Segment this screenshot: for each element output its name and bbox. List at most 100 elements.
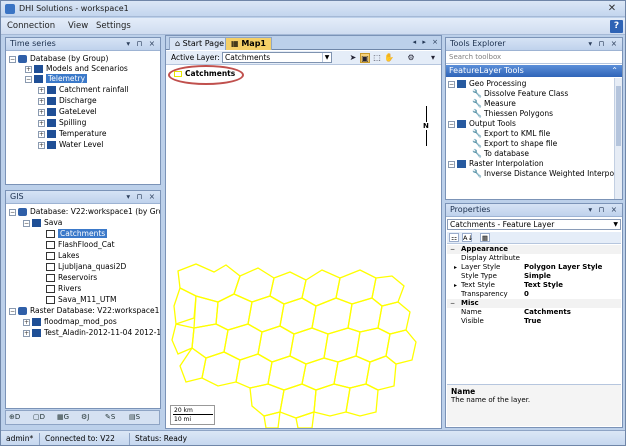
panel-controls[interactable]: ▾ ⊓ × [126,39,157,48]
collapse-icon[interactable]: − [448,80,455,88]
menu-settings[interactable]: Settings [96,21,131,31]
collapse-icon[interactable]: − [9,208,16,216]
tree-node-water-level[interactable]: + Water Level [38,140,103,150]
collapse-icon[interactable]: − [448,160,455,168]
collapse-icon[interactable]: − [9,55,16,63]
tool-export-shape[interactable]: 🔧 Export to shape file [472,139,557,149]
alphabetical-sort-icon[interactable]: A↓ [462,233,473,242]
pan-hand-icon[interactable]: ✋ [384,53,394,63]
feature-layer-tools-group[interactable]: FeatureLayer Tools ⌃ [446,65,622,77]
zoom-box-icon[interactable]: ⬚ [372,53,382,63]
tree-node-discharge[interactable]: + Discharge [38,96,97,106]
tree-node-gatelevel[interactable]: + GateLevel [38,107,97,117]
tool-to-database[interactable]: 🔧 To database [472,149,529,159]
tree-node-catchment-rainfall[interactable]: + Catchment rainfall [38,85,129,95]
property-row[interactable]: Transparency 0 [447,290,621,299]
toolbox-search-input[interactable]: Search toolbox [446,52,622,64]
tab-controls[interactable]: ◂ ▸ × [413,38,440,46]
chevron-down-icon[interactable]: ▼ [613,220,618,229]
expand-icon[interactable]: + [38,108,45,116]
expand-icon[interactable]: + [38,130,45,138]
collapse-icon[interactable]: − [450,245,455,254]
expand-icon[interactable]: + [38,86,45,94]
collapse-icon[interactable]: − [25,75,32,83]
close-icon[interactable]: ✕ [601,2,623,15]
tree-node-flashflood-cat[interactable]: FlashFlood_Cat [46,240,115,250]
tool-idw-interpolation[interactable]: 🔧Inverse Distance Weighted Interpolation [472,169,614,179]
expand-icon[interactable]: + [38,119,45,127]
overflow-icon[interactable]: ▾ [428,53,438,63]
active-layer-select[interactable]: Catchments ▼ [222,52,332,63]
explorer-tab-s2[interactable]: ▤S [129,413,140,421]
tool-measure[interactable]: 🔧 Measure [472,99,516,109]
tree-node-gis-database[interactable]: − Database: V22:workspace1 (by Group) [9,207,160,217]
scroll-thumb[interactable] [616,86,621,146]
explorer-tab-g[interactable]: ▦G [57,413,69,421]
identify-icon[interactable]: ▣ [360,53,370,63]
explorer-tab-j[interactable]: ⚙J [81,413,89,421]
expand-arrow-icon[interactable]: ▸ [454,263,457,272]
map-canvas[interactable]: Catchments N 20 km 10 mi [166,65,442,429]
property-category-appearance[interactable]: − Appearance [447,245,621,254]
property-row[interactable]: Style Type Simple [447,272,621,281]
expand-icon[interactable]: + [38,97,45,105]
property-object-select[interactable]: Catchments - Feature Layer ▼ [447,219,621,230]
panel-controls[interactable]: ▾ ⊓ × [126,192,157,201]
folder-icon [47,130,56,138]
tree-node-test-aladin[interactable]: +Test_Aladin-2012-11-04 2012-11-06 [23,328,160,338]
select-arrow-icon[interactable]: ➤ [348,53,358,63]
tree-node-models-scenarios[interactable]: + Models and Scenarios [25,64,128,74]
property-row[interactable]: Display Attribute [447,254,621,263]
tree-node-rivers[interactable]: Rivers [46,284,81,294]
property-row[interactable]: ▸ Text Style Text Style [447,281,621,290]
tools-scrollbar[interactable] [614,78,622,199]
property-row[interactable]: Visible True [447,317,621,326]
property-row[interactable]: ▸ Layer Style Polygon Layer Style [447,263,621,272]
explorer-tab-d2[interactable]: ▢D [33,413,45,421]
catchments-layer[interactable] [166,66,442,429]
collapse-icon[interactable]: − [448,120,455,128]
tree-node-database[interactable]: − Database (by Group) [9,54,108,64]
collapse-icon[interactable]: − [450,299,455,308]
expand-icon[interactable]: + [25,65,32,73]
collapse-icon[interactable]: − [9,307,16,315]
tree-node-raster-database[interactable]: −Raster Database: V22:workspace1 (by G [9,306,160,316]
tree-node-floodmap[interactable]: + floodmap_mod_pos [23,317,117,327]
expand-arrow-icon[interactable]: ▸ [454,281,457,290]
tools-menu-icon[interactable]: ⚙ [406,53,416,63]
categorized-view-icon[interactable]: ⚏ [449,233,459,242]
panel-controls[interactable]: ▾ ⊓ × [588,205,619,214]
tool-folder-geo-processing[interactable]: − Geo Processing [448,79,526,89]
tree-node-spilling[interactable]: + Spilling [38,118,86,128]
chevron-down-icon[interactable]: ▼ [322,53,331,62]
menu-connection[interactable]: Connection [7,21,55,31]
tool-folder-raster-interpolation[interactable]: − Raster Interpolation [448,159,544,169]
tree-node-temperature[interactable]: + Temperature [38,129,107,139]
collapse-icon[interactable]: − [23,219,30,227]
property-category-misc[interactable]: − Misc [447,299,621,308]
explorer-tab-s1[interactable]: ✎S [105,413,115,421]
collapse-chevron-icon[interactable]: ⌃ [611,65,618,77]
tool-thiessen-polygons[interactable]: 🔧 Thiessen Polygons [472,109,553,119]
panel-controls[interactable]: ▾ ⊓ × [588,39,619,48]
expand-icon[interactable]: + [38,141,45,149]
tool-folder-output-tools[interactable]: − Output Tools [448,119,516,129]
tab-start-page[interactable]: ⌂ Start Page [169,37,231,50]
help-icon[interactable]: ? [610,20,623,33]
tree-node-telemetry[interactable]: − Telemetry [25,74,88,84]
tab-map1[interactable]: ▦ Map1 [225,37,272,50]
tool-dissolve-feature-class[interactable]: 🔧 Dissolve Feature Class [472,89,568,99]
tool-export-kml[interactable]: 🔧 Export to KML file [472,129,550,139]
property-pages-icon[interactable]: ▦ [480,233,490,242]
property-row[interactable]: Name Catchments [447,308,621,317]
menu-view[interactable]: View [68,21,88,31]
expand-icon[interactable]: + [23,318,30,326]
tree-node-ljubljana[interactable]: Ljubljana_quasi2D [46,262,126,272]
tree-node-sava[interactable]: − Sava [23,218,62,228]
tree-node-sava-m11[interactable]: Sava_M11_UTM [46,295,116,305]
tree-node-lakes[interactable]: Lakes [46,251,79,261]
expand-icon[interactable]: + [23,329,30,337]
explorer-tab-d1[interactable]: ⊕D [9,413,20,421]
tree-node-reservoirs[interactable]: Reservoirs [46,273,97,283]
tree-node-catchments[interactable]: Catchments [46,229,108,239]
